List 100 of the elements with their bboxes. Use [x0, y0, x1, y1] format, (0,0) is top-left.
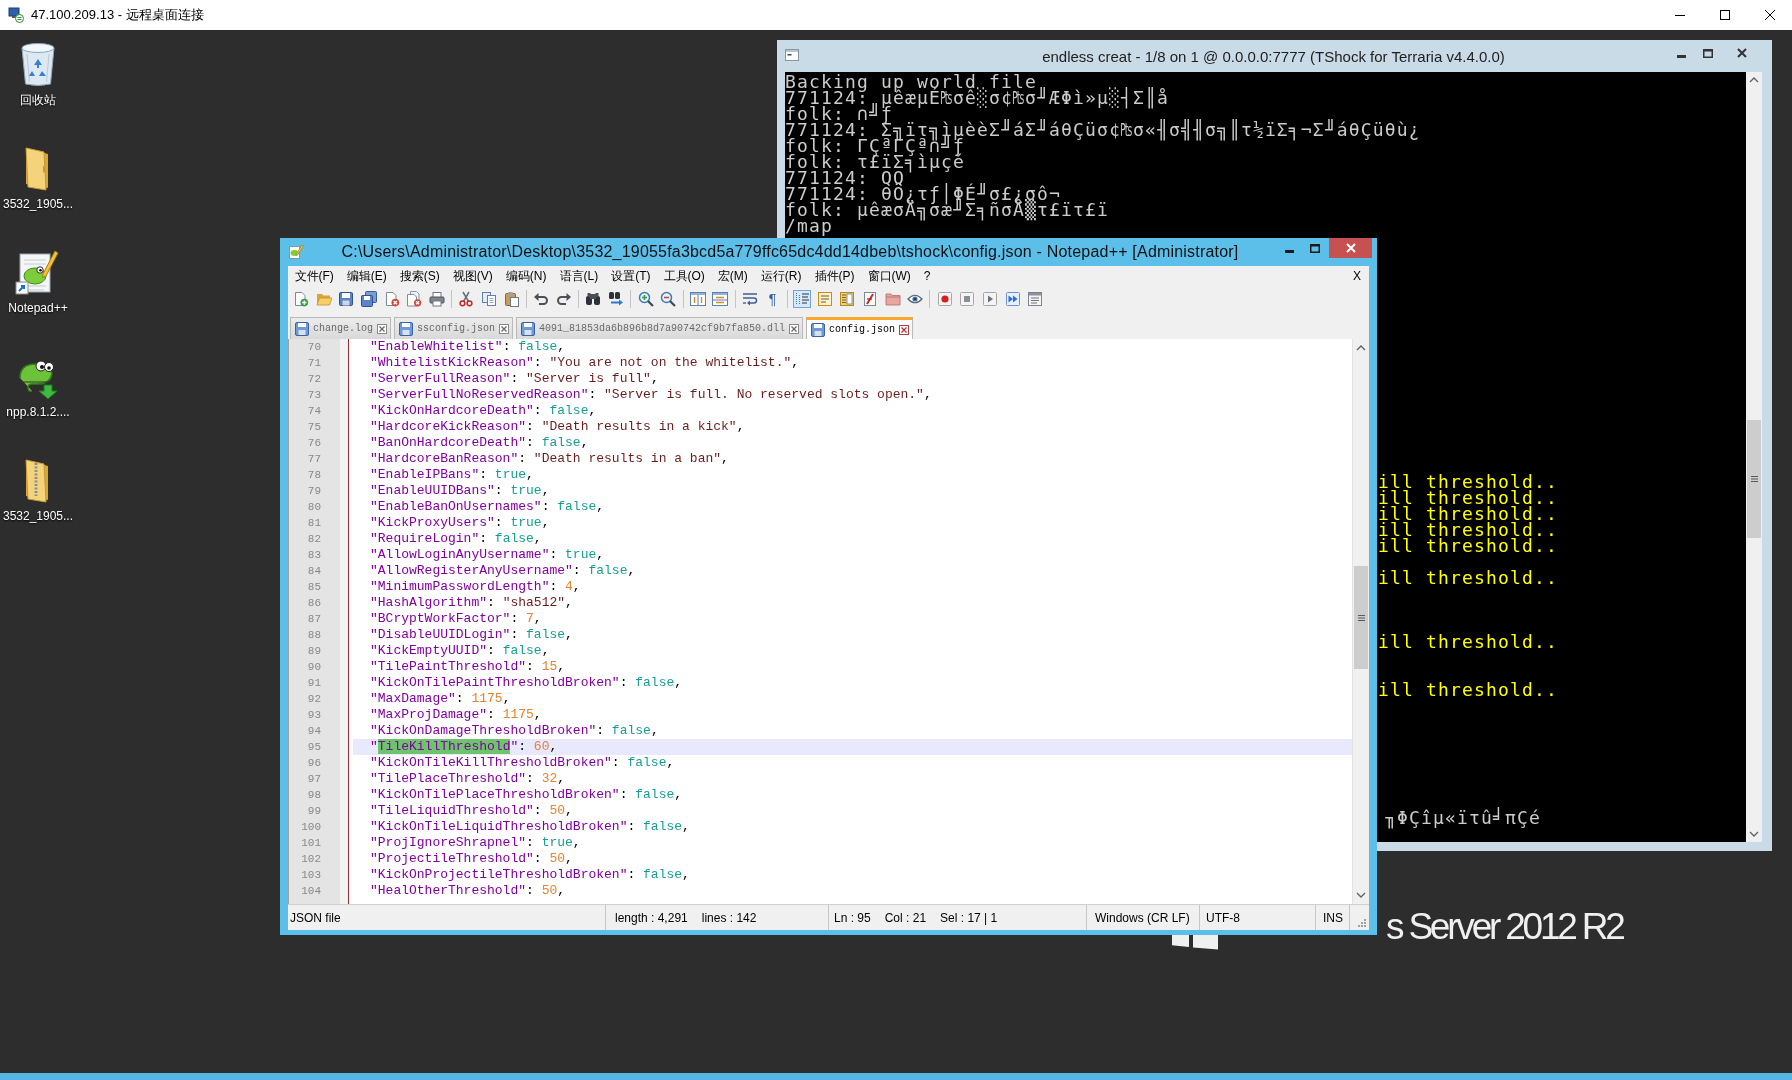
chevron-up-icon[interactable]	[1749, 77, 1759, 83]
menu-item[interactable]: 编辑(E)	[340, 266, 394, 286]
desktop-icon-label[interactable]: Notepad++	[8, 301, 68, 316]
menu-item[interactable]: 编码(N)	[499, 266, 553, 286]
scissors-icon[interactable]	[458, 291, 475, 307]
window-title: 47.100.209.13 - 远程桌面连接	[31, 6, 204, 24]
console-line: ill threshold..	[1378, 522, 1558, 538]
maximize-icon[interactable]	[1703, 48, 1713, 58]
zoom-in-icon[interactable]	[637, 291, 654, 307]
indent-guides-icon[interactable]	[794, 291, 811, 307]
desktop-icon-label[interactable]: npp.8.1.2....	[6, 405, 70, 420]
close-icon[interactable]	[1737, 48, 1747, 58]
line-number: 82	[307, 532, 321, 547]
resize-grip-icon[interactable]	[1357, 918, 1367, 928]
code-line: "KickOnTilePlaceThresholdBroken": false,	[370, 787, 683, 803]
line-number: 101	[301, 836, 321, 851]
desktop-icon-label[interactable]: 回收站	[20, 93, 56, 108]
tab[interactable]: ssconfig.json	[394, 317, 514, 339]
code-line: "HardcoreKickReason": "Death results in a kick",	[370, 419, 745, 435]
code-line: "BCryptWorkFactor": 7,	[370, 611, 542, 627]
scrollbar-thumb[interactable]	[1354, 566, 1368, 669]
redo-icon[interactable]	[555, 291, 572, 307]
printer-icon[interactable]	[428, 291, 445, 307]
line-number: 94	[307, 724, 321, 739]
fast-forward-icon[interactable]	[1004, 291, 1021, 307]
code-line: "TilePlaceThreshold": 32,	[370, 771, 566, 787]
map-page-icon[interactable]	[839, 291, 856, 307]
floppy-disks-icon[interactable]	[361, 291, 378, 307]
scrollbar[interactable]	[1746, 72, 1762, 842]
line-number: 89	[307, 644, 321, 659]
menu-item[interactable]: 插件(P)	[808, 266, 861, 286]
close-button[interactable]	[1329, 238, 1372, 258]
close-document-button[interactable]: X	[1350, 268, 1364, 284]
menu-item[interactable]: 设置(T)	[604, 266, 657, 286]
page-cross-icon[interactable]	[383, 291, 400, 307]
code-line: "MaxProjDamage": 1175,	[370, 707, 542, 723]
menu-item[interactable]: 搜索(S)	[393, 266, 447, 286]
page-plus-icon[interactable]	[293, 291, 310, 307]
menu-item[interactable]: 运行(R)	[754, 266, 808, 286]
code-line: "KickProxyUsers": true,	[370, 515, 550, 531]
line-number: 70	[307, 340, 321, 355]
desktop-icon-label[interactable]: 3532_1905...	[2, 509, 74, 524]
status-text: Windows (CR LF)	[1095, 910, 1190, 925]
menu-item[interactable]: 宏(M)	[711, 266, 755, 286]
line-number: 102	[301, 852, 321, 867]
minimize-icon[interactable]	[1676, 54, 1686, 58]
code-line: "KickOnTileKillThresholdBroken": false,	[370, 755, 675, 771]
framed-page-icon[interactable]	[816, 291, 833, 307]
play-icon[interactable]	[981, 291, 998, 307]
page-pen-icon[interactable]	[861, 291, 878, 307]
line-number: 78	[307, 468, 321, 483]
line-number: 99	[307, 804, 321, 819]
binoculars-icon[interactable]	[585, 291, 602, 307]
tab[interactable]: change.log	[290, 317, 391, 339]
menu-item[interactable]: 窗口(W)	[861, 266, 918, 286]
line-number: 103	[301, 868, 321, 883]
tab[interactable]: 4091_81853da6b896b8d7a90742cf9b7fa850.dll	[516, 317, 804, 339]
scrollbar-thumb[interactable]	[1747, 420, 1761, 538]
binoculars-arrow-icon[interactable]	[608, 291, 624, 307]
list-window-icon[interactable]	[1027, 291, 1044, 307]
logo-icon	[1172, 935, 1218, 950]
console-line: ill threshold..	[1378, 570, 1558, 586]
two-pages-icon[interactable]	[481, 291, 498, 307]
tab[interactable]: config.json	[806, 317, 914, 339]
line-number: 74	[307, 404, 321, 419]
line-number: 76	[307, 436, 321, 451]
desktop-icon-label[interactable]: 3532_1905...	[2, 197, 74, 212]
record-icon[interactable]	[936, 291, 953, 307]
status-text: Col : 21	[884, 910, 927, 925]
menu-item[interactable]: ?	[917, 268, 937, 284]
code-line: "EnableUUIDBans": true,	[370, 483, 550, 499]
clipboard-icon[interactable]	[503, 291, 520, 307]
menu-item[interactable]: 工具(O)	[657, 266, 712, 286]
undo-icon[interactable]	[533, 291, 550, 307]
zoom-out-icon[interactable]	[660, 291, 677, 307]
maximize-icon[interactable]	[1310, 243, 1320, 253]
chevron-down-icon[interactable]	[1749, 831, 1759, 837]
close-icon[interactable]	[1764, 10, 1775, 20]
chevron-down-icon[interactable]	[1356, 892, 1366, 898]
side-panes-icon[interactable]	[689, 291, 706, 307]
code-line: "TileLiquidThreshold": 50,	[370, 803, 573, 819]
pilcrow-button[interactable]: ¶	[764, 291, 781, 307]
grip-icon	[1750, 476, 1758, 482]
scrollbar[interactable]	[1352, 339, 1369, 904]
line-number: 83	[307, 548, 321, 563]
code-line: "KickOnTileLiquidThresholdBroken": false,	[370, 819, 690, 835]
chevron-up-icon[interactable]	[1356, 345, 1366, 351]
code-editor[interactable]	[289, 339, 1352, 904]
pages-cross-icon[interactable]	[406, 291, 423, 307]
minimize-icon[interactable]	[1284, 249, 1294, 253]
line-number: 88	[307, 628, 321, 643]
menu-item[interactable]: 视图(V)	[446, 266, 500, 286]
menu-item[interactable]: 语言(L)	[553, 266, 605, 286]
stop-icon[interactable]	[959, 291, 976, 307]
wrap-lines-icon[interactable]	[742, 291, 758, 307]
maximize-icon[interactable]	[1719, 10, 1730, 20]
console-line: ill threshold..	[1378, 682, 1558, 698]
stacked-panes-icon[interactable]	[712, 291, 729, 307]
minimize-icon[interactable]	[1674, 14, 1685, 16]
menu-item[interactable]: 文件(F)	[288, 266, 341, 286]
